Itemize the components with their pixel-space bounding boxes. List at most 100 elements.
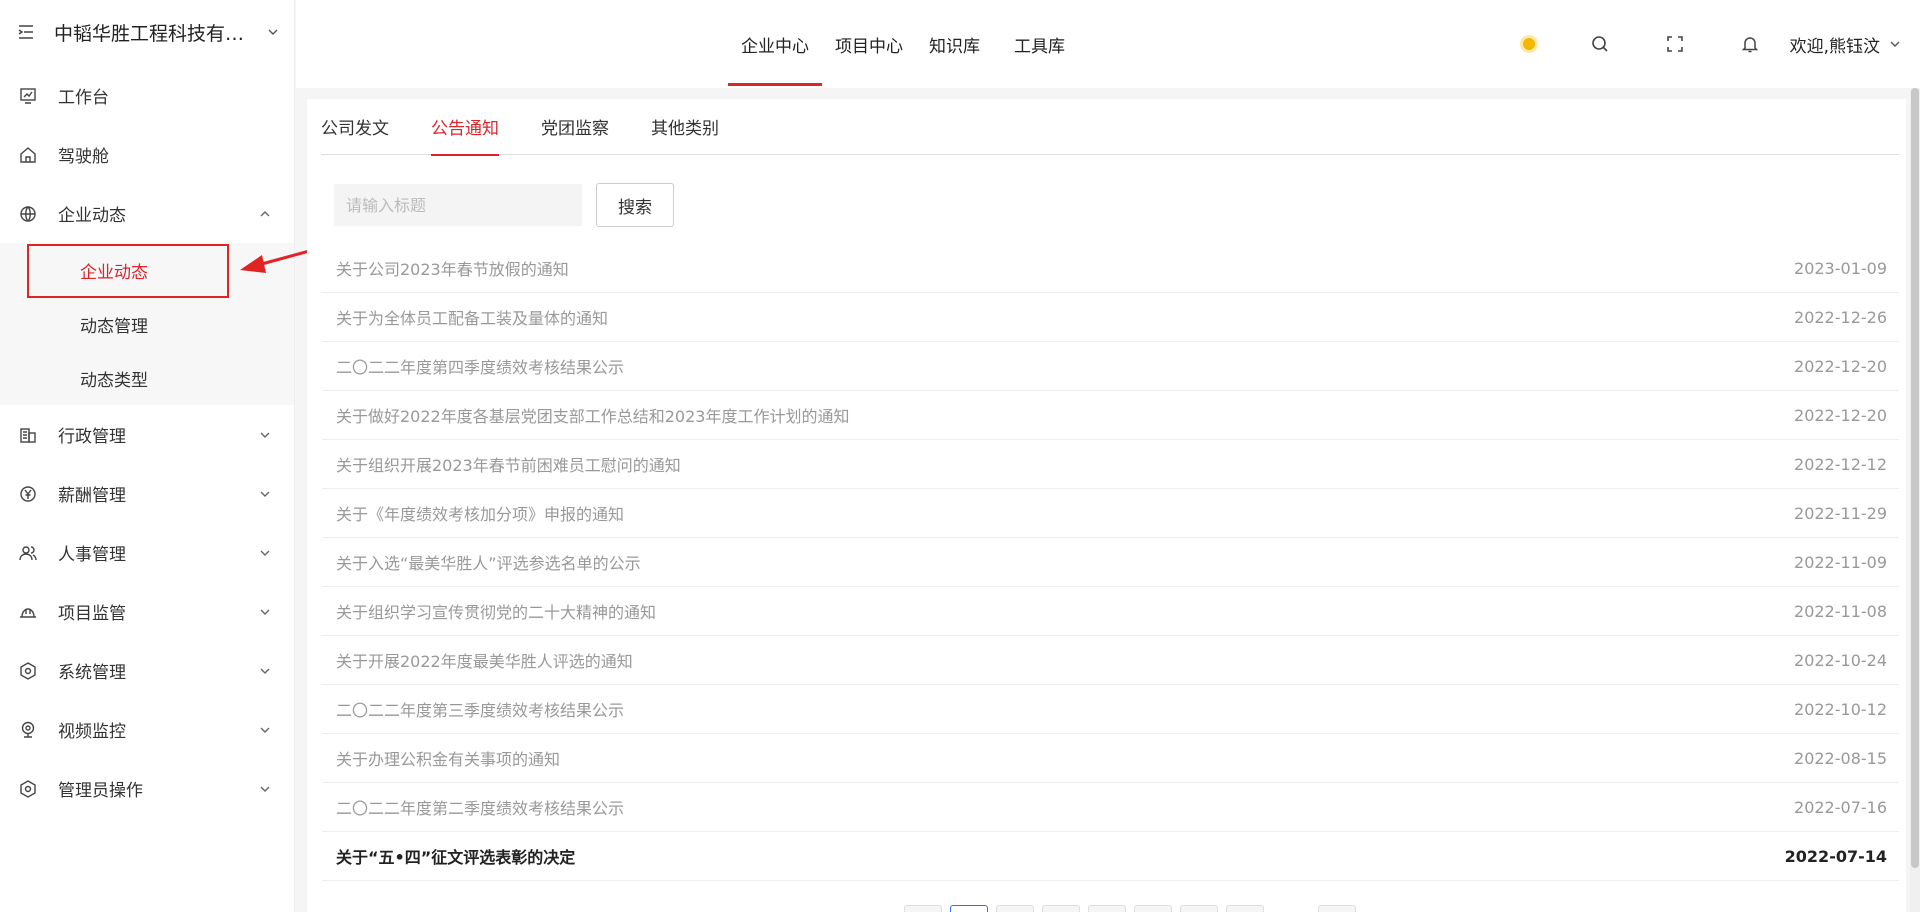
notice-title[interactable]: 关于办理公积金有关事项的通知 [336, 746, 560, 770]
sidebar-item-workbench[interactable]: 工作台 [0, 66, 294, 125]
sidebar-item-label: 企业动态 [58, 206, 126, 226]
notice-row[interactable]: 二〇二二年度第二季度绩效考核结果公示 2022-07-16 [322, 783, 1899, 832]
page-button[interactable] [996, 905, 1034, 912]
tab-company-documents[interactable]: 公司发文 [321, 99, 389, 155]
settings-icon [20, 779, 36, 798]
notice-date: 2022-10-12 [1794, 699, 1887, 719]
sidebar-item-label: 薪酬管理 [58, 486, 126, 506]
sidebar-item-project-supervision[interactable]: 项目监管 [0, 582, 294, 641]
sidebar: 中韬华胜工程科技有限... 工作台 驾驶舱 企业动态 企业动态 动态管理 动态类… [0, 0, 347, 912]
users-icon [19, 545, 37, 560]
notice-title[interactable]: 关于《年度绩效考核加分项》申报的通知 [336, 501, 624, 525]
submenu-item-news-type[interactable]: 动态类型 [0, 351, 294, 405]
notice-title[interactable]: 二〇二二年度第四季度绩效考核结果公示 [336, 354, 624, 378]
sidebar-item-label: 视频监控 [58, 722, 126, 742]
webcam-icon [21, 721, 35, 738]
category-tabs: 公司发文 公告通知 党团监察 其他类别 [321, 99, 1899, 156]
notice-row[interactable]: 关于开展2022年度最美华胜人评选的通知 2022-10-24 [322, 636, 1899, 685]
notice-date: 2022-08-15 [1794, 748, 1887, 768]
sidebar-item-administration[interactable]: 行政管理 [0, 405, 294, 464]
notice-row[interactable]: 关于公司2023年春节放假的通知 2023-01-09 [322, 244, 1899, 293]
sidebar-item-salary[interactable]: 薪酬管理 [0, 464, 294, 523]
menu-fold-icon[interactable] [16, 22, 36, 42]
company-switcher[interactable]: 中韬华胜工程科技有限... [0, 0, 294, 64]
notice-title[interactable]: 关于“五•四”征文评选表彰的决定 [336, 844, 575, 868]
notice-row[interactable]: 关于办理公积金有关事项的通知 2022-08-15 [322, 734, 1899, 783]
chevron-down-icon [260, 491, 270, 497]
tab-party-supervision[interactable]: 党团监察 [541, 99, 609, 155]
page-button[interactable] [1134, 905, 1172, 912]
sidebar-item-label: 管理员操作 [58, 781, 143, 801]
sidebar-item-admin-operations[interactable]: 管理员操作 [0, 759, 294, 818]
notice-title[interactable]: 关于入选“最美华胜人”评选参选名单的公示 [336, 550, 641, 574]
chevron-down-icon [260, 609, 270, 615]
notice-title[interactable]: 关于组织开展2023年春节前困难员工慰问的通知 [336, 452, 681, 476]
notice-row[interactable]: 关于“五•四”征文评选表彰的决定 2022-07-14 [322, 832, 1899, 881]
notice-title[interactable]: 关于组织学习宣传贯彻党的二十大精神的通知 [336, 599, 656, 623]
page-button[interactable] [950, 905, 988, 912]
header-actions: 欢迎,熊钰汶 [1522, 0, 1902, 88]
notice-row[interactable]: 二〇二二年度第三季度绩效考核结果公示 2022-10-12 [322, 685, 1899, 734]
notice-row[interactable]: 关于组织学习宣传贯彻党的二十大精神的通知 2022-11-08 [322, 587, 1899, 636]
sidebar-item-label: 工作台 [58, 88, 109, 108]
title-search-input[interactable] [334, 184, 582, 226]
notice-row[interactable]: 关于做好2022年度各基层党团支部工作总结和2023年度工作计划的通知 2022-… [322, 391, 1899, 440]
tab-project-center[interactable]: 项目中心 [822, 0, 916, 88]
tab-other-categories[interactable]: 其他类别 [651, 99, 719, 155]
chevron-up-icon [260, 210, 270, 216]
bell-icon[interactable] [1740, 34, 1760, 54]
page-button[interactable] [1088, 905, 1126, 912]
yen-coin-icon [20, 485, 36, 502]
page-scrollbar[interactable] [1910, 88, 1920, 912]
page-prev-button[interactable] [904, 905, 942, 912]
notice-title[interactable]: 关于开展2022年度最美华胜人评选的通知 [336, 648, 633, 672]
notice-date: 2022-11-29 [1794, 503, 1887, 523]
notice-title[interactable]: 关于公司2023年春节放假的通知 [336, 256, 569, 280]
notice-row[interactable]: 关于为全体员工配备工装及量体的通知 2022-12-26 [322, 293, 1899, 342]
chevron-down-icon [260, 668, 270, 674]
notice-date: 2022-12-20 [1794, 405, 1887, 425]
chevron-down-icon [260, 727, 270, 733]
sidebar-item-cockpit[interactable]: 驾驶舱 [0, 125, 294, 184]
sidebar-item-hr[interactable]: 人事管理 [0, 523, 294, 582]
sidebar-item-system[interactable]: 系统管理 [0, 641, 294, 700]
home-icon [20, 146, 36, 163]
notice-row[interactable]: 关于组织开展2023年春节前困难员工慰问的通知 2022-12-12 [322, 440, 1899, 489]
search-icon[interactable] [1590, 34, 1610, 54]
notice-title[interactable]: 二〇二二年度第二季度绩效考核结果公示 [336, 795, 624, 819]
tab-knowledge-base[interactable]: 知识库 [916, 0, 993, 88]
notice-title[interactable]: 关于做好2022年度各基层党团支部工作总结和2023年度工作计划的通知 [336, 403, 849, 427]
submenu-item-label: 动态管理 [80, 316, 148, 337]
company-name: 中韬华胜工程科技有限... [54, 22, 260, 45]
page-button[interactable] [1226, 905, 1264, 912]
settings-icon [20, 661, 36, 680]
notice-date: 2022-11-08 [1794, 601, 1887, 621]
page-next-button[interactable] [1318, 905, 1356, 912]
sidebar-item-video-monitoring[interactable]: 视频监控 [0, 700, 294, 759]
tab-tool-library[interactable]: 工具库 [1001, 0, 1078, 88]
main-content: 公司发文 公告通知 党团监察 其他类别 搜索 关于公司2023年春节放假的通知 2… [307, 99, 1906, 912]
page-button[interactable] [1180, 905, 1218, 912]
notice-row[interactable]: 关于入选“最美华胜人”评选参选名单的公示 2022-11-09 [322, 538, 1899, 587]
highlight-box [27, 244, 229, 298]
notice-title[interactable]: 二〇二二年度第三季度绩效考核结果公示 [336, 697, 624, 721]
tab-announcements[interactable]: 公告通知 [431, 99, 499, 156]
fullscreen-icon[interactable] [1665, 34, 1685, 54]
notice-row[interactable]: 关于《年度绩效考核加分项》申报的通知 2022-11-29 [322, 489, 1899, 538]
top-header: 企业中心 项目中心 知识库 工具库 欢迎,熊钰汶 [296, 0, 1920, 88]
notice-title[interactable]: 关于为全体员工配备工装及量体的通知 [336, 305, 608, 329]
notice-date: 2022-12-12 [1794, 454, 1887, 474]
notice-date: 2022-12-20 [1794, 356, 1887, 376]
chevron-down-icon [1890, 41, 1900, 47]
tab-enterprise-center[interactable]: 企业中心 [728, 0, 822, 88]
sidebar-item-label: 项目监管 [58, 604, 126, 624]
top-nav: 企业中心 项目中心 知识库 工具库 [728, 0, 1078, 88]
notice-row[interactable]: 二〇二二年度第四季度绩效考核结果公示 2022-12-20 [322, 342, 1899, 391]
scrollbar-thumb[interactable] [1911, 88, 1919, 868]
user-menu[interactable]: 欢迎,熊钰汶 [1790, 32, 1902, 57]
search-button[interactable]: 搜索 [596, 183, 674, 227]
submenu-item-news-management[interactable]: 动态管理 [0, 297, 294, 351]
theme-sun-icon[interactable] [1522, 38, 1535, 50]
page-button[interactable] [1042, 905, 1080, 912]
globe-icon [20, 205, 36, 222]
